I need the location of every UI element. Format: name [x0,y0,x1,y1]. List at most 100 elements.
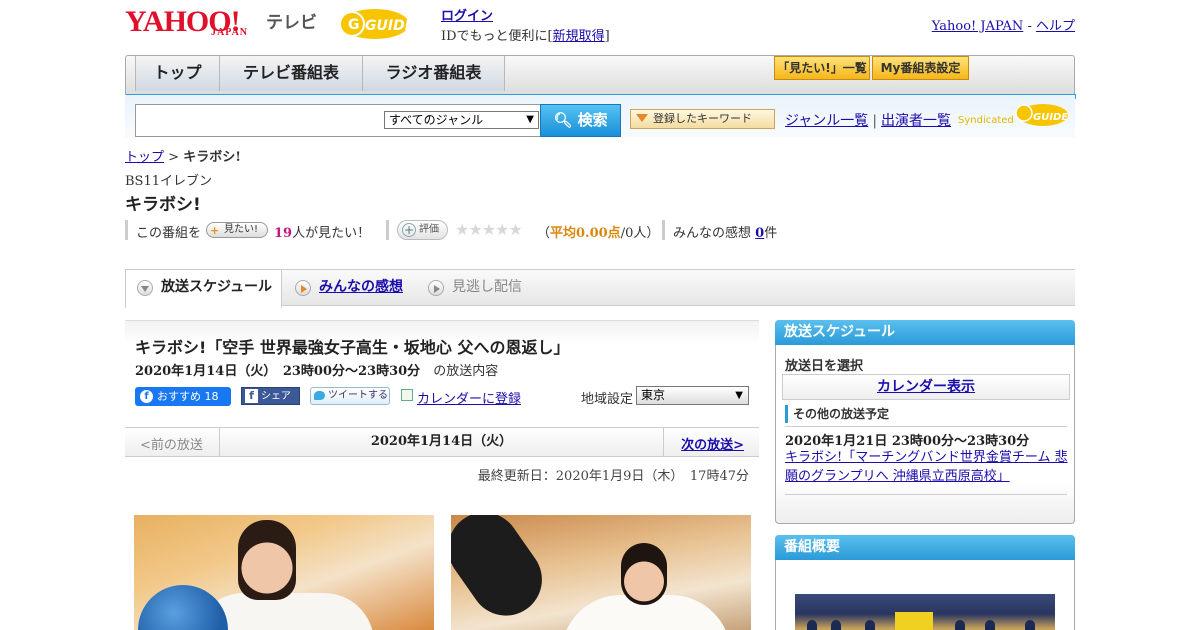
genre-list-link[interactable]: ジャンル一覧 [785,113,868,129]
login-area: ログイン IDでもっと便利に[新規取得] [441,5,610,44]
tab-missed-streaming[interactable]: 見逃し配信 [428,270,522,306]
facebook-icon: f [140,390,153,403]
rating-open: （ [537,226,551,241]
dropdown-triangle-icon [636,114,648,122]
breadcrumb-separator: > [164,150,184,165]
tab-label[interactable]: みんなの感想 [319,279,403,295]
mitai-button-label: 見たい! [223,224,258,235]
select-arrow-icon: ▼ [735,390,743,401]
link-separator: | [872,113,878,129]
impressions-label: みんなの感想 [673,226,752,241]
gguide-logo-text: GUIDE [365,18,415,34]
help-link[interactable]: ヘルプ [1036,19,1075,34]
breadcrumb-current: キラボシ! [183,150,241,165]
play-triangle-icon [295,280,311,296]
sidebar-schedule-box: 放送スケジュール 放送日を選択 カレンダー表示 その他の放送予定 2020年1月… [775,320,1075,524]
episode-date-line: 2020年1月14日（火） 23時00分～23時30分 の放送内容 [135,360,498,379]
prev-broadcast: <前の放送 [140,438,203,453]
search-button-label: 検索 [577,111,608,129]
breadcrumb: トップ > キラボシ! [125,146,241,165]
registered-keywords-button[interactable]: 登録したキーワード [630,109,775,129]
nav-tab-top[interactable]: トップ [135,56,220,91]
add-to-calendar-link[interactable]: カレンダーに登録 [401,388,521,407]
divider [785,494,1067,495]
syndicated-gguide-logo: Syndicated GUIDE [958,104,1068,126]
select-arrow-icon: ▼ [526,114,534,125]
login-close: ] [604,29,610,44]
my-schedule-settings-button[interactable]: My番組表設定 [872,56,969,80]
program-title: キラボシ! [125,195,201,215]
site-header: YAHOO! JAPAN テレビ G GUIDE ログイン IDでもっと便利に[… [125,0,1075,52]
search-links: ジャンル一覧 | 出演者一覧 [785,110,951,130]
rating-button-label: 評価 [419,224,439,235]
plus-icon: + [210,224,220,237]
nav-tab-tv-schedule[interactable]: テレビ番組表 [220,56,363,91]
plus-icon: + [402,223,416,237]
mitai-suffix: 人が見たい！ [292,226,371,241]
other-schedule-link[interactable]: キラボシ!「マーチングバンド世界金賞チーム 悲願のグランプリへ 沖縄県立西原高校… [785,448,1069,486]
select-date-label: 放送日を選択 [785,359,864,374]
facebook-recommend-button[interactable]: f おすすめ 18 [135,387,231,406]
genre-select-value: すべてのジャンル [389,113,484,127]
play-triangle-icon [428,280,444,296]
region-select-value: 東京 [641,388,666,402]
triangle-down-icon [137,280,153,296]
rating-stars-icon[interactable]: ★★★★★ [455,220,523,239]
episode-title: キラボシ!「空手 世界最強女子高生・坂地心 父への恩返し」 [135,338,570,357]
login-link[interactable]: ログイン [441,9,493,24]
other-schedule-date: 2020年1月21日 23時00分～23時30分 [785,434,1030,449]
episode-photo-1 [134,515,434,630]
facebook-share-button[interactable]: f シェア [241,387,300,405]
twitter-bird-icon [314,391,325,400]
header-links: Yahoo! JAPAN - ヘルプ [932,15,1075,34]
tab-broadcast-schedule[interactable]: 放送スケジュール [125,270,282,308]
episode-header: キラボシ!「空手 世界最強女子高生・坂地心 父への恩返し」 2020年1月14日… [125,320,759,380]
next-broadcast-link[interactable]: 次の放送> [681,434,744,453]
header-sep: - [1023,19,1036,34]
mitai-count: 19 [274,226,293,241]
nav-tab-radio-schedule[interactable]: ラジオ番組表 [363,56,505,91]
performer-list-link[interactable]: 出演者一覧 [881,113,951,129]
calendar-display-button[interactable]: カレンダー表示 [782,374,1070,400]
main-nav: トップ テレビ番組表 ラジオ番組表 「見たい!」一覧 My番組表設定 [125,55,1076,99]
gguide-logo[interactable]: G GUIDE [335,7,435,41]
sidebar-summary-header: 番組概要 [775,535,1075,560]
channel-name: BS11イレブン [125,174,213,189]
yahoo-japan-logo-text: JAPAN [211,27,249,38]
last-updated: 最終更新日：2020年1月9日（木） 17時47分 [477,469,749,484]
episode-date-suffix: の放送内容 [433,364,499,379]
mitai-button[interactable]: + 見たい! [206,222,268,238]
mitai-prefix: この番組を [136,226,202,241]
tab-label: 放送スケジュール [161,279,273,295]
yahoo-japan-link[interactable]: Yahoo! JAPAN [932,19,1024,34]
rating-average: 平均0.00点 [550,226,621,241]
rating-count: /0人） [620,226,660,241]
signup-link[interactable]: 新規取得 [553,29,605,44]
search-button[interactable]: 🔍︎ 検索 [540,104,621,137]
rating-button[interactable]: + 評価 [397,220,448,240]
content-tabs: 放送スケジュール みんなの感想 見逃し配信 [125,269,1075,308]
tweet-button[interactable]: ツイートする [310,387,390,405]
syndicated-text: Syndicated [958,115,1014,126]
episode-date-time: 2020年1月14日（火） 23時00分～23時30分 [135,364,421,379]
add-to-calendar-label: カレンダーに登録 [417,392,522,407]
impressions-count-link[interactable]: 0 [755,226,764,241]
meta-divider [662,220,665,240]
tab-impressions[interactable]: みんなの感想 [295,270,403,306]
genre-select[interactable]: すべてのジャンル ▼ [384,111,539,129]
syndicated-logo-text: GUIDE [1033,112,1068,123]
registered-keywords-label: 登録したキーワード [653,112,752,125]
region-label: 地域設定 [581,392,634,407]
tv-logo-text[interactable]: テレビ [266,8,317,33]
meta-divider [386,220,389,240]
facebook-icon: f [245,389,258,403]
tab-label: 見逃し配信 [452,279,522,295]
region-select[interactable]: 東京 ▼ [636,386,749,405]
sidebar-summary-box: 番組概要 [775,535,1075,630]
page: YAHOO! JAPAN テレビ G GUIDE ログイン IDでもっと便利に[… [125,0,1076,630]
other-schedule-header: その他の放送予定 [785,405,889,423]
current-broadcast-date: 2020年1月14日（火） [219,428,664,456]
sidebar-schedule-header: 放送スケジュール [775,320,1075,345]
breadcrumb-top-link[interactable]: トップ [125,150,164,165]
mitai-list-button[interactable]: 「見たい!」一覧 [774,56,870,80]
